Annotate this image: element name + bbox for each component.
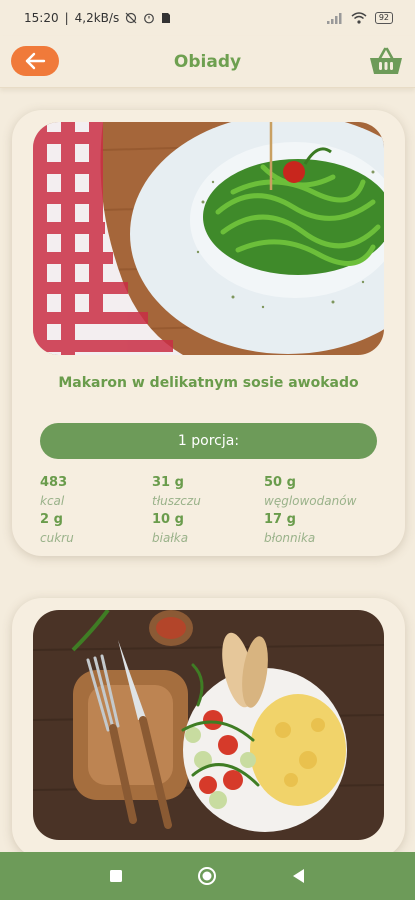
nutrition-value: 483 (40, 475, 68, 490)
arrow-left-icon (25, 52, 46, 70)
status-left: 15:20 | 4,2kB/s (24, 11, 171, 25)
recipe-card[interactable]: Makaron w delikatnym sosie awokado 1 por… (12, 110, 405, 556)
nutrition-item: 483 kcal (40, 474, 152, 510)
pasta-photo (33, 122, 384, 355)
status-separator: | (64, 11, 69, 25)
nutrition-value: 50 g (264, 475, 296, 490)
nutrition-label: tłuszczu (152, 494, 201, 508)
nutrition-value: 2 g (40, 512, 63, 527)
battery-indicator: 92 (374, 12, 393, 24)
status-time: 15:20 (24, 11, 59, 25)
wifi-icon (351, 12, 367, 24)
recipe-image[interactable] (33, 122, 384, 355)
basket-button[interactable] (367, 44, 405, 78)
nutrition-item: 31 g tłuszczu (152, 474, 264, 510)
recents-button[interactable] (101, 861, 131, 891)
nutrition-value: 10 g (152, 512, 184, 527)
nutrition-label: węglowodanów (264, 494, 357, 508)
status-right: 92 (326, 12, 393, 24)
square-icon (109, 870, 122, 882)
no-sync-icon (125, 12, 137, 24)
nutrition-item: 2 g cukru (40, 511, 152, 547)
recipe-card[interactable] (12, 598, 405, 858)
nutrition-item: 10 g białka (152, 511, 264, 547)
circle-icon (198, 867, 217, 885)
page-title: Obiady (173, 51, 242, 72)
network-speed: 4,2kB/s (74, 11, 120, 25)
back-nav-button[interactable] (284, 861, 314, 891)
nutrition-item: 50 g węglowodanów (264, 474, 380, 510)
sim-card-icon (162, 13, 171, 23)
signal-icon (326, 12, 342, 24)
home-button[interactable] (192, 861, 222, 891)
basket-icon (370, 47, 402, 74)
recipe-title: Makaron w delikatnym sosie awokado (58, 375, 359, 391)
triangle-back-icon (293, 869, 305, 883)
system-nav-bar (0, 852, 415, 900)
breakfast-photo (33, 610, 384, 840)
recipe-image[interactable] (33, 610, 384, 840)
nutrition-label: białka (152, 531, 189, 545)
nutrition-label: błonnika (264, 531, 316, 545)
portion-selector[interactable]: 1 porcja: (40, 423, 377, 459)
nutrition-label: kcal (40, 494, 65, 508)
alarm-icon (144, 13, 155, 24)
nutrition-grid: 483 kcal 31 g tłuszczu 50 g węglowodanów… (40, 474, 380, 547)
status-bar: 15:20 | 4,2kB/s 92 (0, 0, 415, 36)
back-button[interactable] (11, 46, 59, 76)
nutrition-item: 17 g błonnika (264, 511, 380, 547)
nutrition-label: cukru (40, 531, 74, 545)
nutrition-value: 31 g (152, 475, 184, 490)
app-bar: Obiady (0, 36, 415, 88)
nutrition-value: 17 g (264, 512, 296, 527)
